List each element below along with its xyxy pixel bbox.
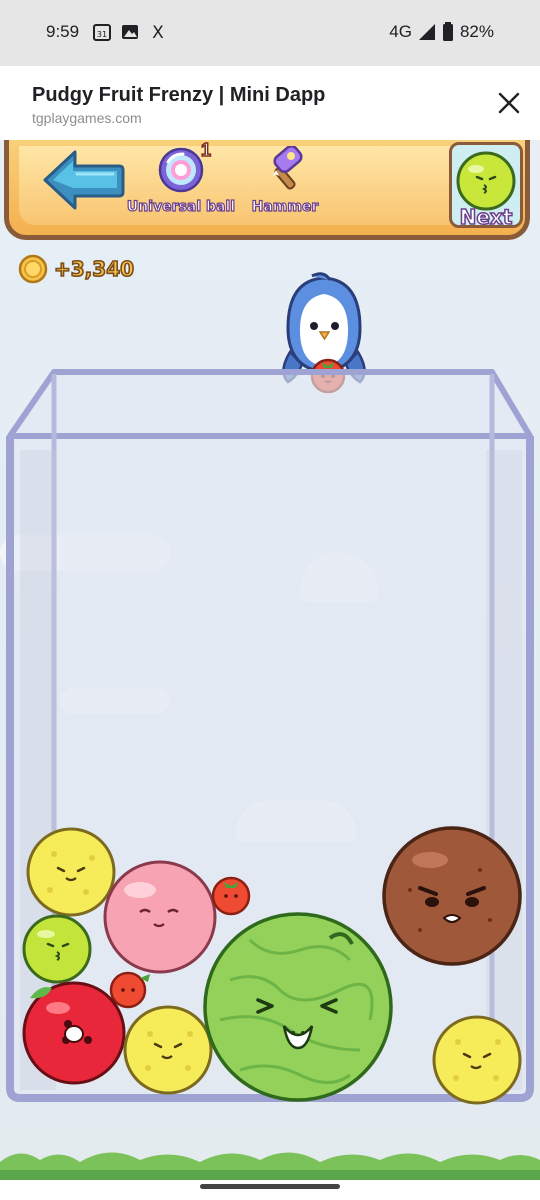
- status-bar: 9:59 31 X 4G 82%: [0, 0, 540, 66]
- battery-percent: 82%: [459, 22, 494, 41]
- lime-fruit: [22, 914, 92, 984]
- svg-text:31: 31: [97, 30, 107, 39]
- network-type: 4G: [389, 22, 412, 41]
- lemon-fruit: [123, 1005, 213, 1095]
- calendar-icon: 31: [93, 24, 111, 41]
- universal-ball-count: 1: [200, 140, 212, 161]
- hammer-icon: [273, 144, 303, 190]
- next-fruit-preview: Next: [449, 142, 523, 230]
- home-indicator[interactable]: [200, 1184, 340, 1189]
- coin-icon: [18, 254, 48, 284]
- signal-icon: [418, 24, 435, 40]
- lemon-fruit: [432, 1015, 522, 1105]
- lemon-fruit: [26, 827, 116, 917]
- hammer-label: Hammer: [251, 198, 319, 215]
- mini-app-header: Pudgy Fruit Frenzy | Mini Dapp tgplaygam…: [0, 66, 540, 140]
- next-label: Next: [459, 204, 513, 230]
- gesture-bar: [0, 1180, 540, 1200]
- close-icon[interactable]: [494, 88, 524, 118]
- back-arrow-icon[interactable]: [43, 148, 125, 212]
- universal-ball-icon: [158, 147, 204, 193]
- page-title: Pudgy Fruit Frenzy | Mini Dapp: [32, 84, 326, 106]
- score-value: +3,340: [53, 256, 135, 282]
- watermelon-fruit: [203, 912, 393, 1102]
- powerup-toolbar: Universal ball 1 Hammer Next: [4, 140, 530, 240]
- coconut-fruit: [382, 826, 522, 966]
- fruit-pile: [22, 826, 522, 1105]
- game-canvas[interactable]: Universal ball 1 Hammer Next +3,340: [0, 140, 540, 1180]
- universal-ball-label: Universal ball: [126, 198, 236, 215]
- grass-ground: [0, 1152, 540, 1180]
- universal-ball-button[interactable]: Universal ball 1: [121, 140, 241, 216]
- peach-fruit: [103, 860, 217, 974]
- gallery-icon: [122, 25, 138, 39]
- tomato-fruit: [109, 971, 150, 1009]
- status-time: 9:59: [46, 22, 80, 41]
- x-icon: X: [152, 23, 164, 42]
- battery-icon: [442, 22, 453, 41]
- page-url: tgplaygames.com: [32, 110, 142, 126]
- tomato-fruit: [211, 876, 251, 916]
- score-display: +3,340: [18, 254, 135, 284]
- svg-text:X: X: [152, 23, 164, 42]
- hammer-button[interactable]: Hammer: [243, 144, 327, 216]
- apple-fruit: [22, 981, 126, 1085]
